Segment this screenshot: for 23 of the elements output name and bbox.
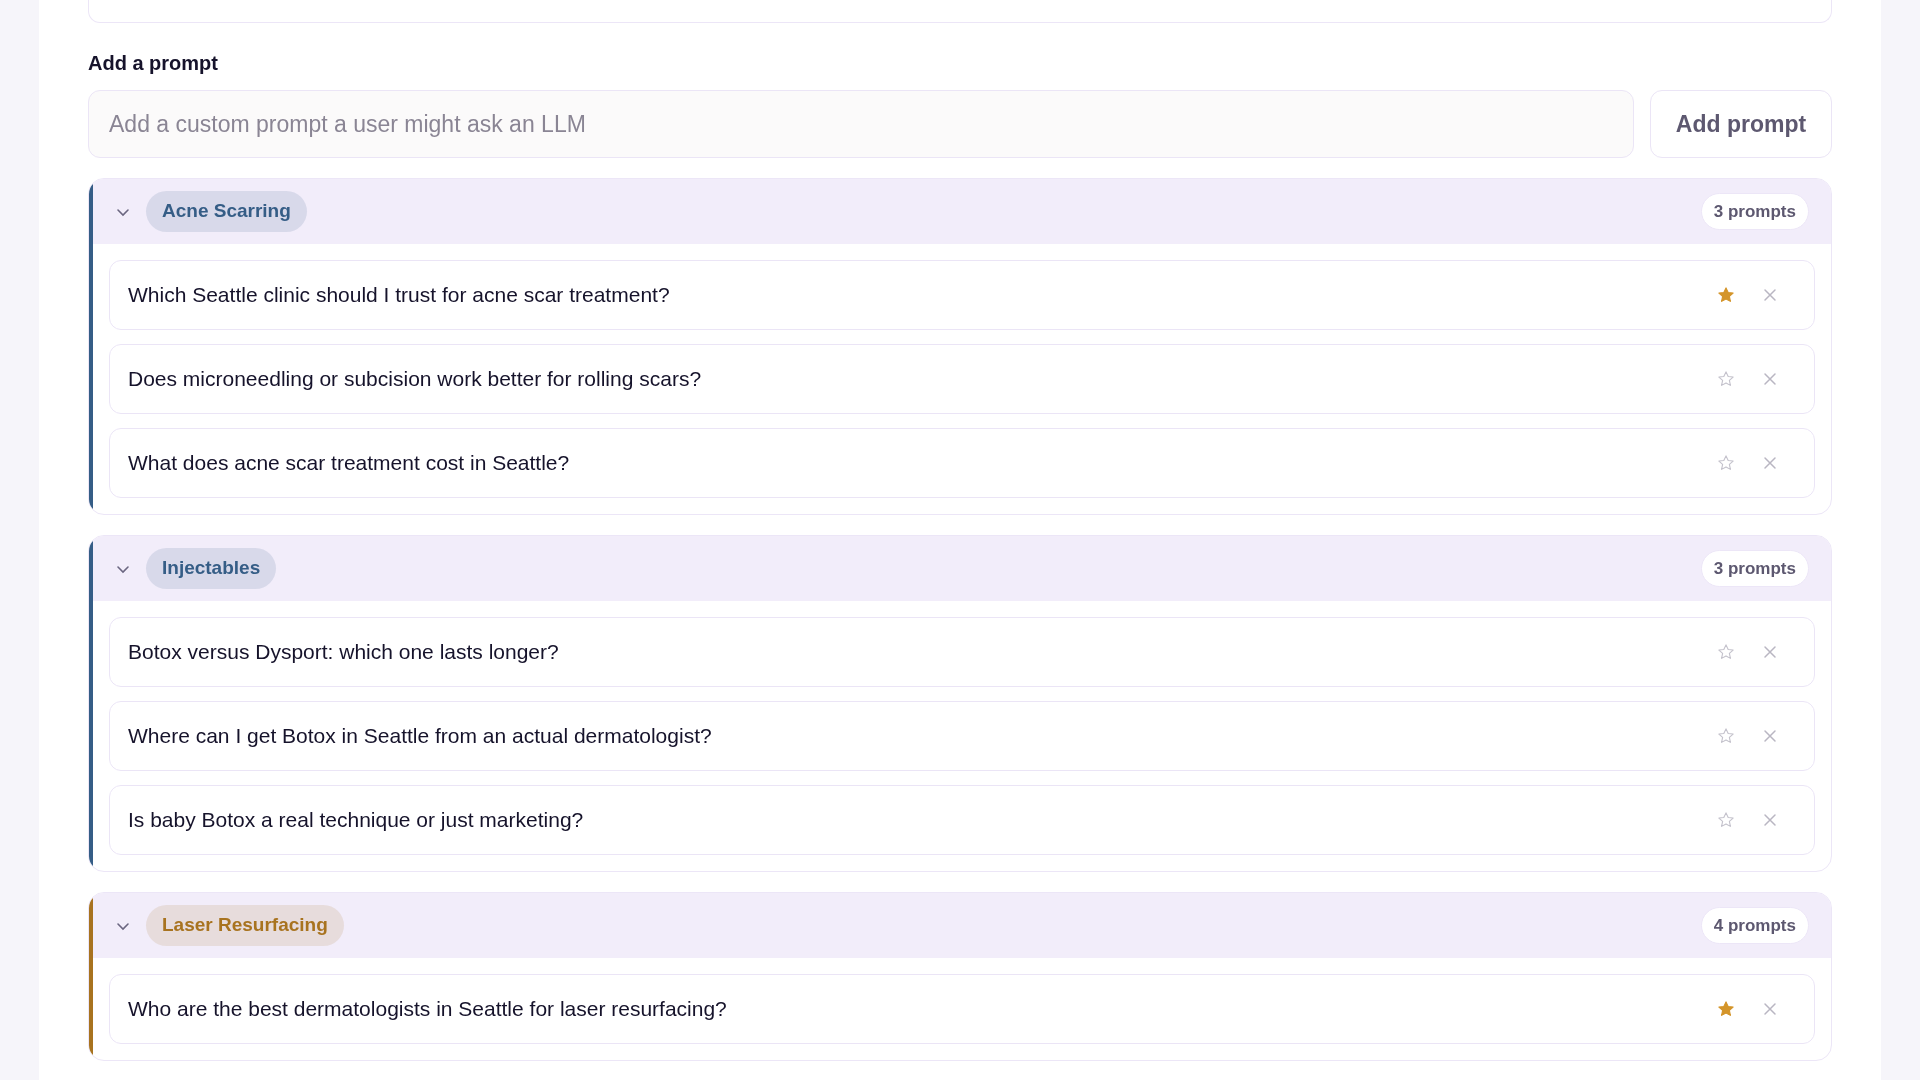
prompt-text: Does microneedling or subcision work better for rolling scars? [128,366,702,393]
prompt-count: 3 prompts [1700,192,1809,231]
prompt-text: Botox versus Dysport: which one lasts longer? [128,639,559,666]
category-tag: Acne Scarring [146,191,307,232]
prompt-count: 4 prompts [1700,906,1809,945]
section-label: Add a prompt [88,51,218,76]
prompt-count: 3 prompts [1700,549,1809,588]
category-tag: Injectables [146,548,277,589]
prompt-text: Which Seattle clinic should I trust for acne scar treatment? [128,282,670,309]
prompt-text: Is baby Botox a real technique or just marketing? [128,807,584,834]
prompt-text: Where can I get Botox in Seattle from an actual dermatologist? [128,723,712,750]
star-outline-icon[interactable] [1716,810,1736,830]
star-outline-icon[interactable] [1716,642,1736,662]
prompt-input-field[interactable]: Add a custom prompt a user might ask an LLM [88,90,1634,158]
star-outline-icon[interactable] [1716,453,1736,473]
star-filled-icon[interactable] [1716,285,1736,305]
category-tag: Laser Resurfacing [146,905,344,946]
prompt-text: Who are the best dermatologists in Seattle for laser resurfacing? [128,996,727,1023]
star-filled-icon[interactable] [1716,999,1736,1019]
prompt-text: What does acne scar treatment cost in Seattle? [128,450,570,477]
star-outline-icon[interactable] [1716,369,1736,389]
star-outline-icon[interactable] [1716,726,1736,746]
add-prompt-button[interactable]: Add prompt [1650,90,1832,158]
